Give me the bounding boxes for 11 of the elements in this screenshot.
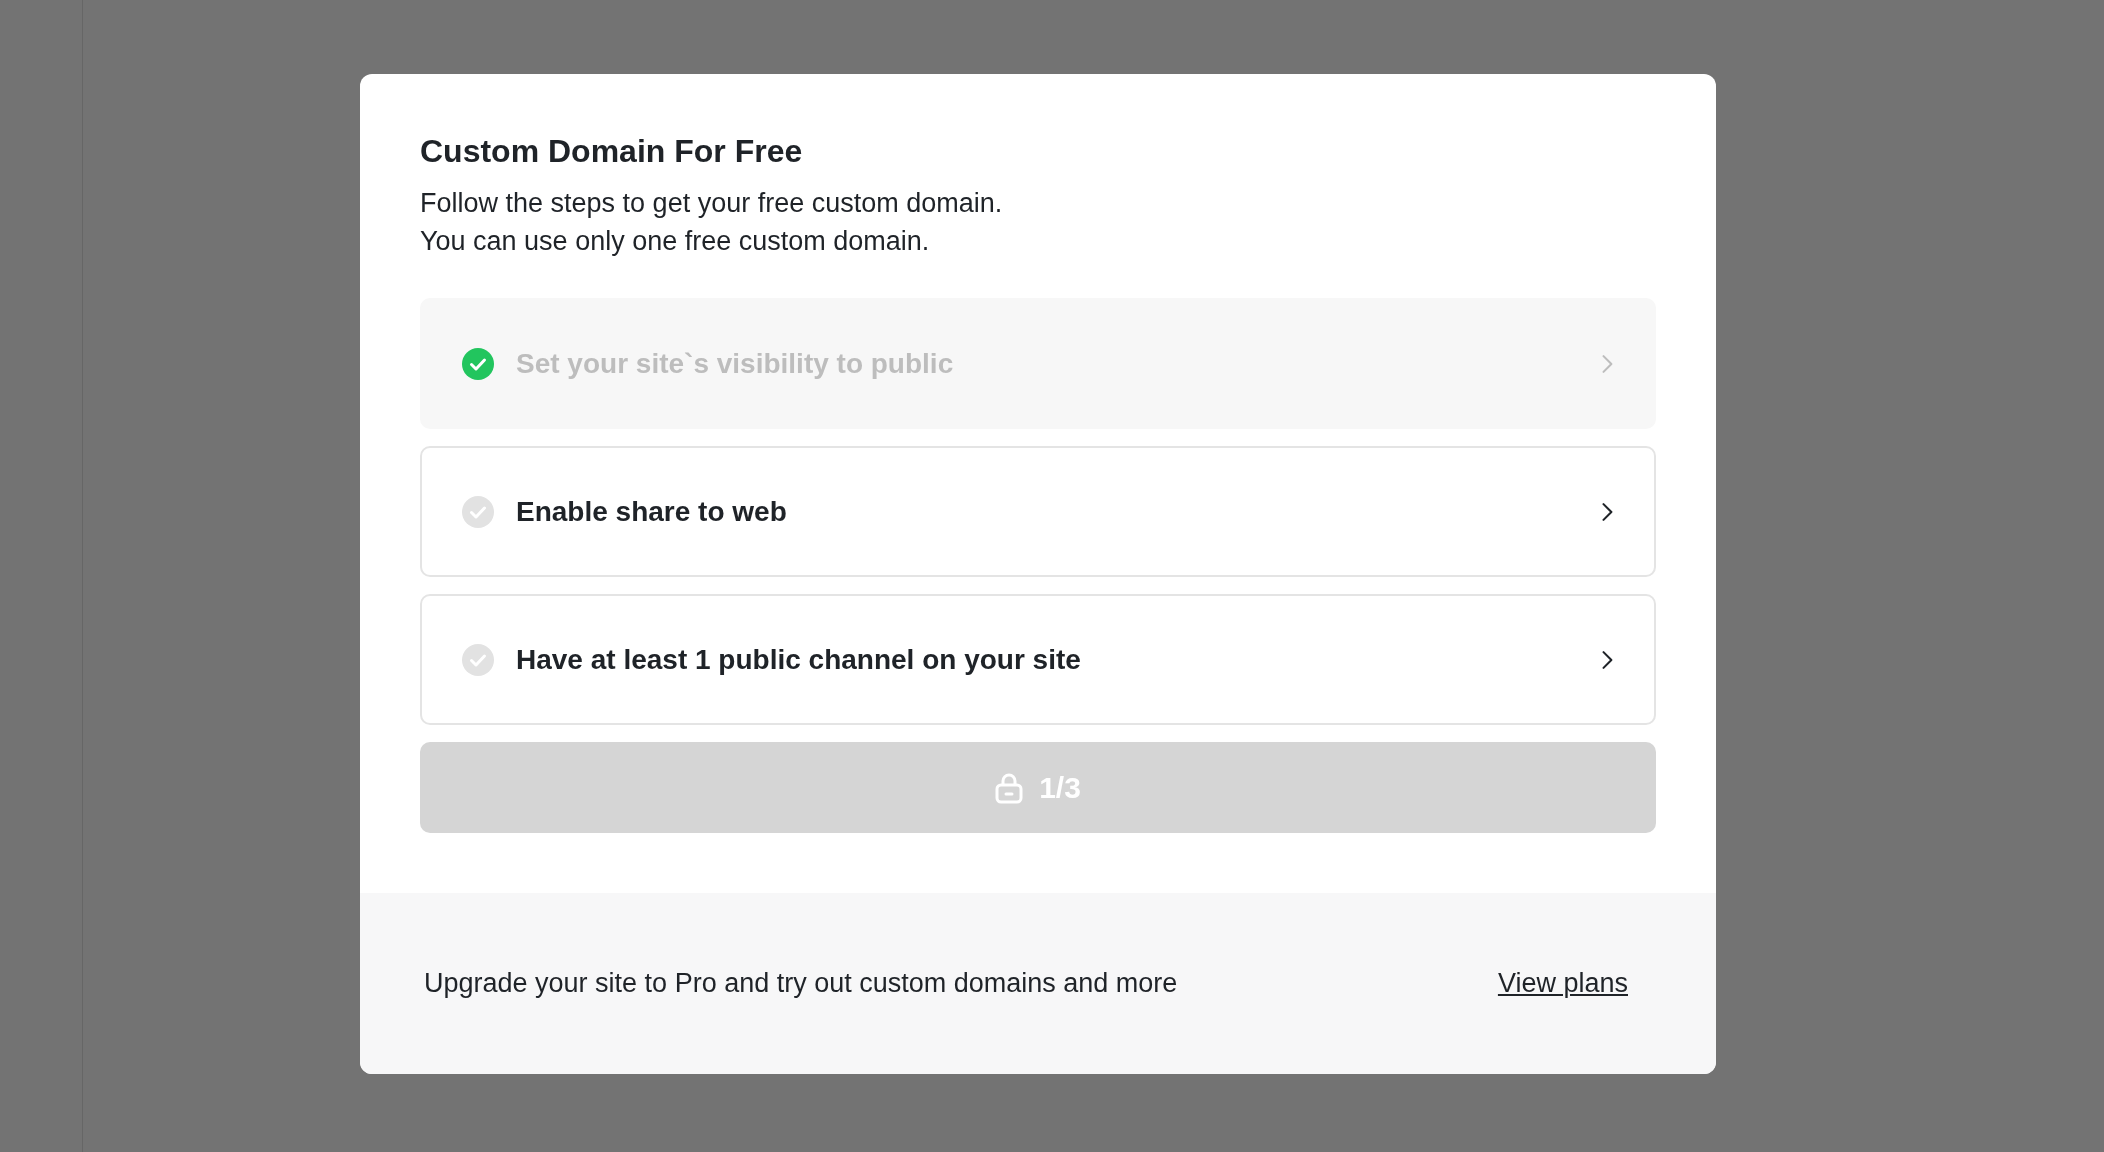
upgrade-text: Upgrade your site to Pro and try out custom domains and more (424, 968, 1178, 999)
chevron-right-icon (1600, 648, 1614, 671)
dialog-title: Custom Domain For Free (420, 132, 804, 171)
step-item[interactable]: Have at least 1 public channel on your site (420, 594, 1656, 726)
description-text: You can use only one free custom domain. (420, 225, 931, 259)
lock-icon (995, 771, 1024, 804)
chevron-right-icon (1600, 500, 1614, 523)
chevron-right-icon (1600, 352, 1614, 375)
view-plans-link[interactable]: View plans (1497, 968, 1628, 999)
description-text: Follow the steps to get your free custom domain. (420, 187, 1004, 221)
step-item[interactable]: Enable share to web (420, 446, 1656, 578)
